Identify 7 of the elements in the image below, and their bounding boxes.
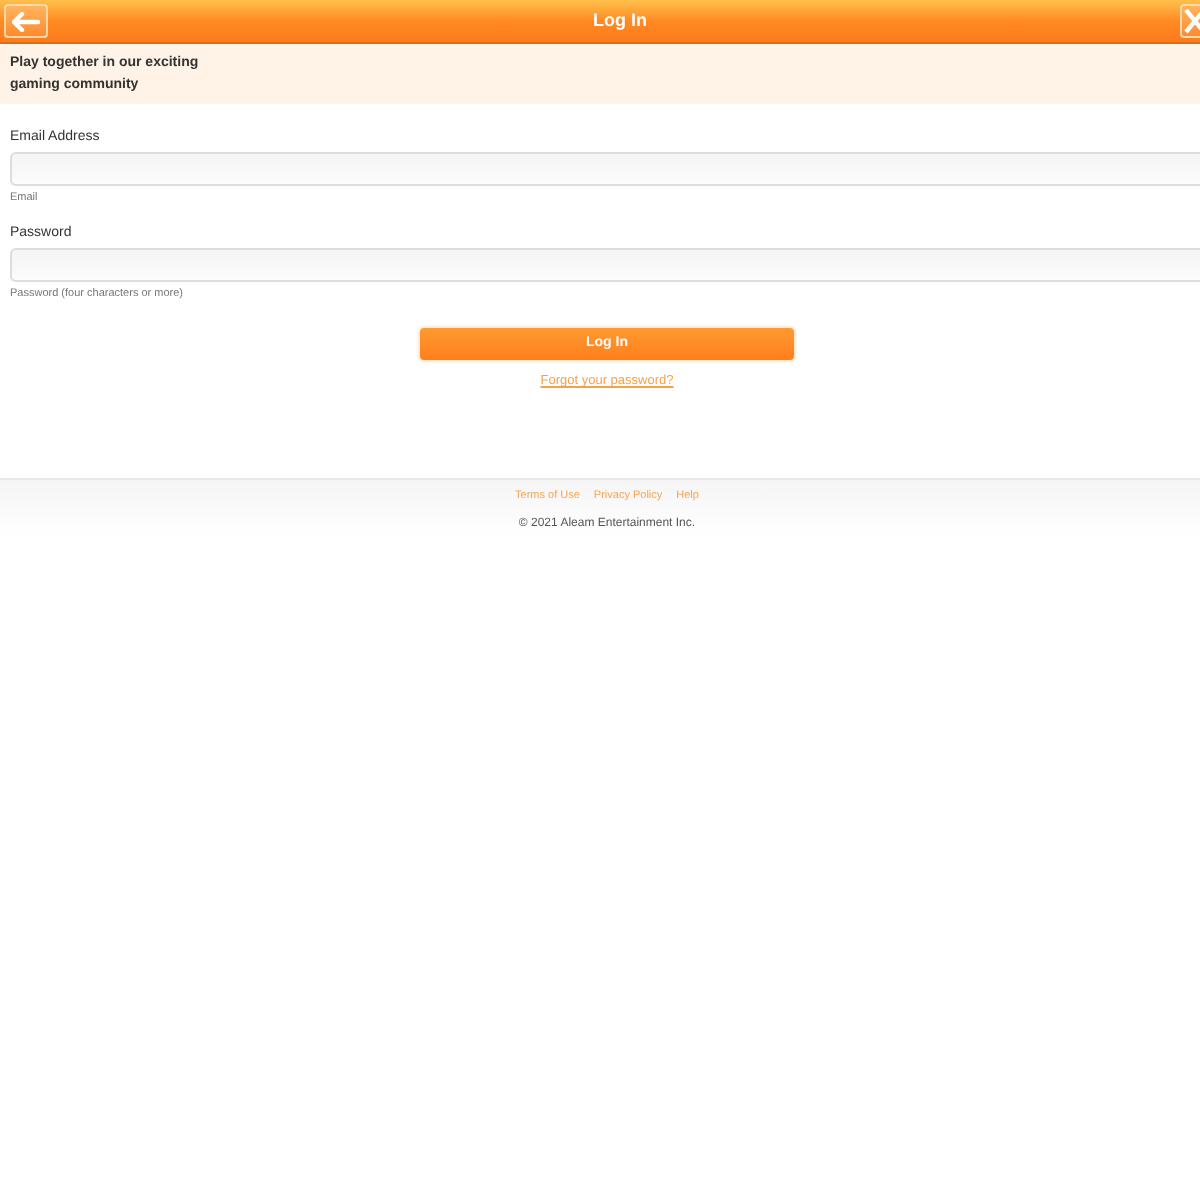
back-button[interactable] (4, 4, 48, 38)
input-field[interactable] (10, 152, 1200, 186)
back-arrow-icon (12, 11, 40, 31)
input-field[interactable] (10, 248, 1200, 282)
close-button[interactable] (1180, 4, 1200, 38)
page-title: Log In (591, 7, 647, 34)
close-icon (1182, 6, 1200, 36)
